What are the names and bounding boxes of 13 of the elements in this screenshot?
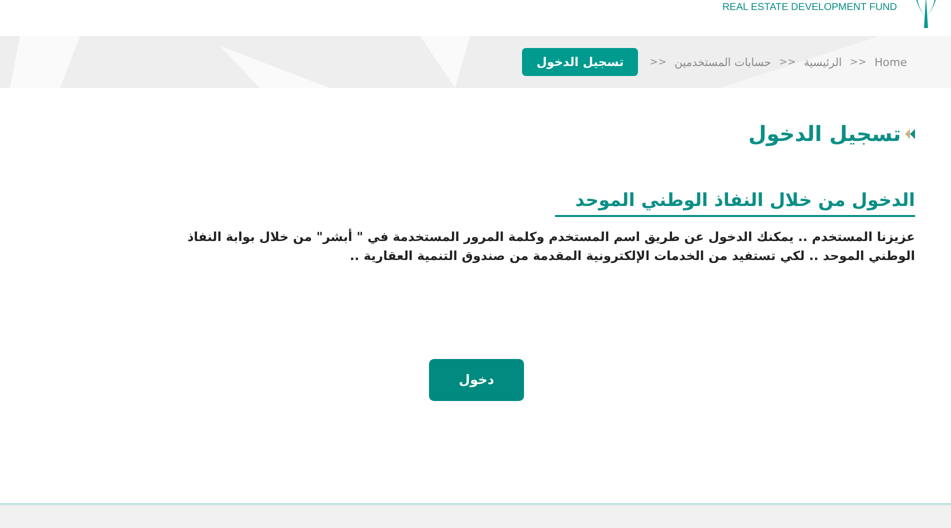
intro-paragraph: عزيزنا المستخدم .. يمكنك الدخول عن طريق اسم المستخدم وكلمة المرور المستخدمة في " أبشر" من خلال بوابة النفاذ الوطني الموحد .. لكي تستفيد من الخدمات الإلكترونية المقدمة من صندوق التنمية العقارية ..: [186, 228, 915, 265]
breadcrumb-separator: >>: [779, 56, 796, 68]
breadcrumb-separator: >>: [850, 56, 867, 68]
breadcrumb-link[interactable]: Home: [874, 56, 907, 68]
section-heading: الدخول من خلال النفاذ الوطني الموحد: [555, 190, 915, 217]
logo-caption: REAL ESTATE DEVELOPMENT FUND: [722, 2, 897, 13]
breadcrumb-separator: >>: [650, 56, 666, 68]
breadcrumb-link[interactable]: حسابات المستخدمين: [674, 56, 772, 68]
current-page-button[interactable]: تسجيل الدخول: [522, 48, 638, 76]
breadcrumb-link[interactable]: الرئيسية: [804, 56, 842, 68]
login-button[interactable]: دخول: [429, 359, 524, 401]
page-title: تسجيل الدخول: [748, 122, 901, 146]
chevron-icon: [905, 128, 915, 140]
